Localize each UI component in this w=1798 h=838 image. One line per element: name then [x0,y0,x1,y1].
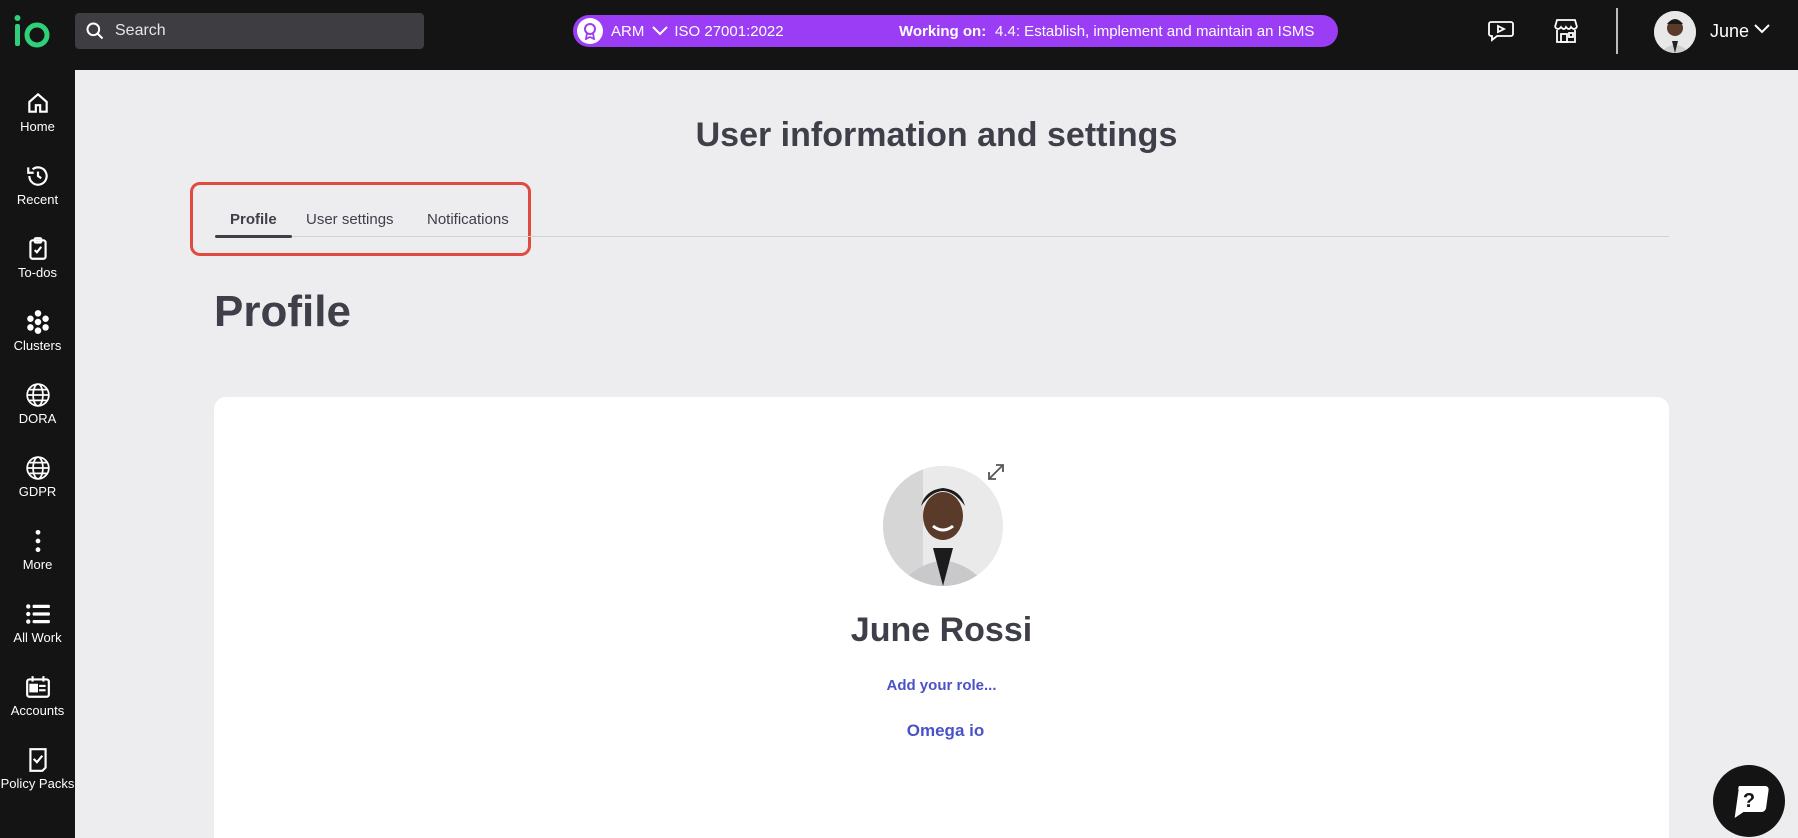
active-tab-indicator [215,235,292,238]
sidebar-item-policy-packs[interactable]: Policy Packs [0,735,75,797]
list-icon [25,604,50,624]
clipboard-check-icon [28,237,47,260]
store-icon[interactable] [1551,16,1581,46]
sidebar-item-label: DORA [18,411,57,426]
user-avatar[interactable] [1654,11,1696,53]
standard-selector[interactable]: ISO 27001:2022 [674,23,783,40]
help-chat-button[interactable]: ? [1713,765,1785,837]
sidebar-item-label: Home [20,119,55,134]
more-vertical-icon [35,529,40,553]
chevron-down-icon[interactable] [1754,22,1770,40]
chevron-down-icon[interactable] [652,26,669,36]
sidebar: Home Recent To-dos Clusters DORA GDPR Mo… [0,70,75,838]
expand-icon[interactable] [985,461,1007,483]
top-bar: ARM ISO 27001:2022 Working on: 4.4: Esta… [0,0,1798,70]
tabs-divider [215,236,1669,237]
search-icon [86,22,104,40]
section-title: Profile [214,287,351,336]
sidebar-item-more[interactable]: More [0,516,75,578]
organization-name[interactable]: Omega io [214,721,1669,741]
sidebar-item-accounts[interactable]: Accounts [0,662,75,724]
sidebar-item-label: All Work [13,630,62,645]
framework-badge: ARM [611,22,645,40]
sidebar-item-label: Accounts [10,703,65,718]
svg-text:?: ? [1743,790,1755,812]
sidebar-item-label: More [22,557,53,572]
sidebar-item-label: GDPR [18,484,57,499]
sidebar-item-label: Policy Packs [0,776,75,791]
sidebar-item-label: Clusters [13,338,62,353]
sidebar-item-label: To-dos [17,265,58,280]
working-on-task[interactable]: 4.4: Establish, implement and maintain a… [995,23,1314,40]
context-banner[interactable]: ARM ISO 27001:2022 Working on: 4.4: Esta… [573,15,1338,47]
history-icon [26,166,48,186]
sidebar-item-label: Recent [16,192,59,207]
profile-full-name: June Rossi [850,611,1033,649]
profile-avatar[interactable] [883,466,1003,586]
sidebar-item-dora[interactable]: DORA [0,370,75,432]
award-badge-icon [577,18,603,44]
sidebar-item-home[interactable]: Home [0,78,75,140]
header-divider [1616,8,1618,54]
sidebar-item-recent[interactable]: Recent [0,151,75,213]
video-chat-icon[interactable] [1486,16,1516,46]
page-title: User information and settings [695,116,1178,154]
add-role-link[interactable]: Add your role... [214,677,1669,694]
working-on-label: Working on: [899,22,987,40]
globe-icon [25,456,50,480]
calendar-id-icon [25,676,50,698]
policy-icon [28,748,47,772]
search-input[interactable] [115,22,405,40]
app-logo[interactable] [12,14,54,50]
home-icon [27,92,48,113]
sidebar-item-all-work[interactable]: All Work [0,589,75,651]
globe-icon [25,383,50,407]
tab-profile[interactable]: Profile [230,211,277,228]
clusters-icon [26,310,49,334]
search-bar[interactable] [75,13,424,49]
sidebar-item-todos[interactable]: To-dos [0,224,75,286]
tab-user-settings[interactable]: User settings [306,211,394,228]
sidebar-item-clusters[interactable]: Clusters [0,297,75,359]
help-chat-icon: ? [1734,786,1769,818]
sidebar-item-gdpr[interactable]: GDPR [0,443,75,505]
user-name[interactable]: June [1710,21,1749,42]
tab-notifications[interactable]: Notifications [427,211,509,228]
